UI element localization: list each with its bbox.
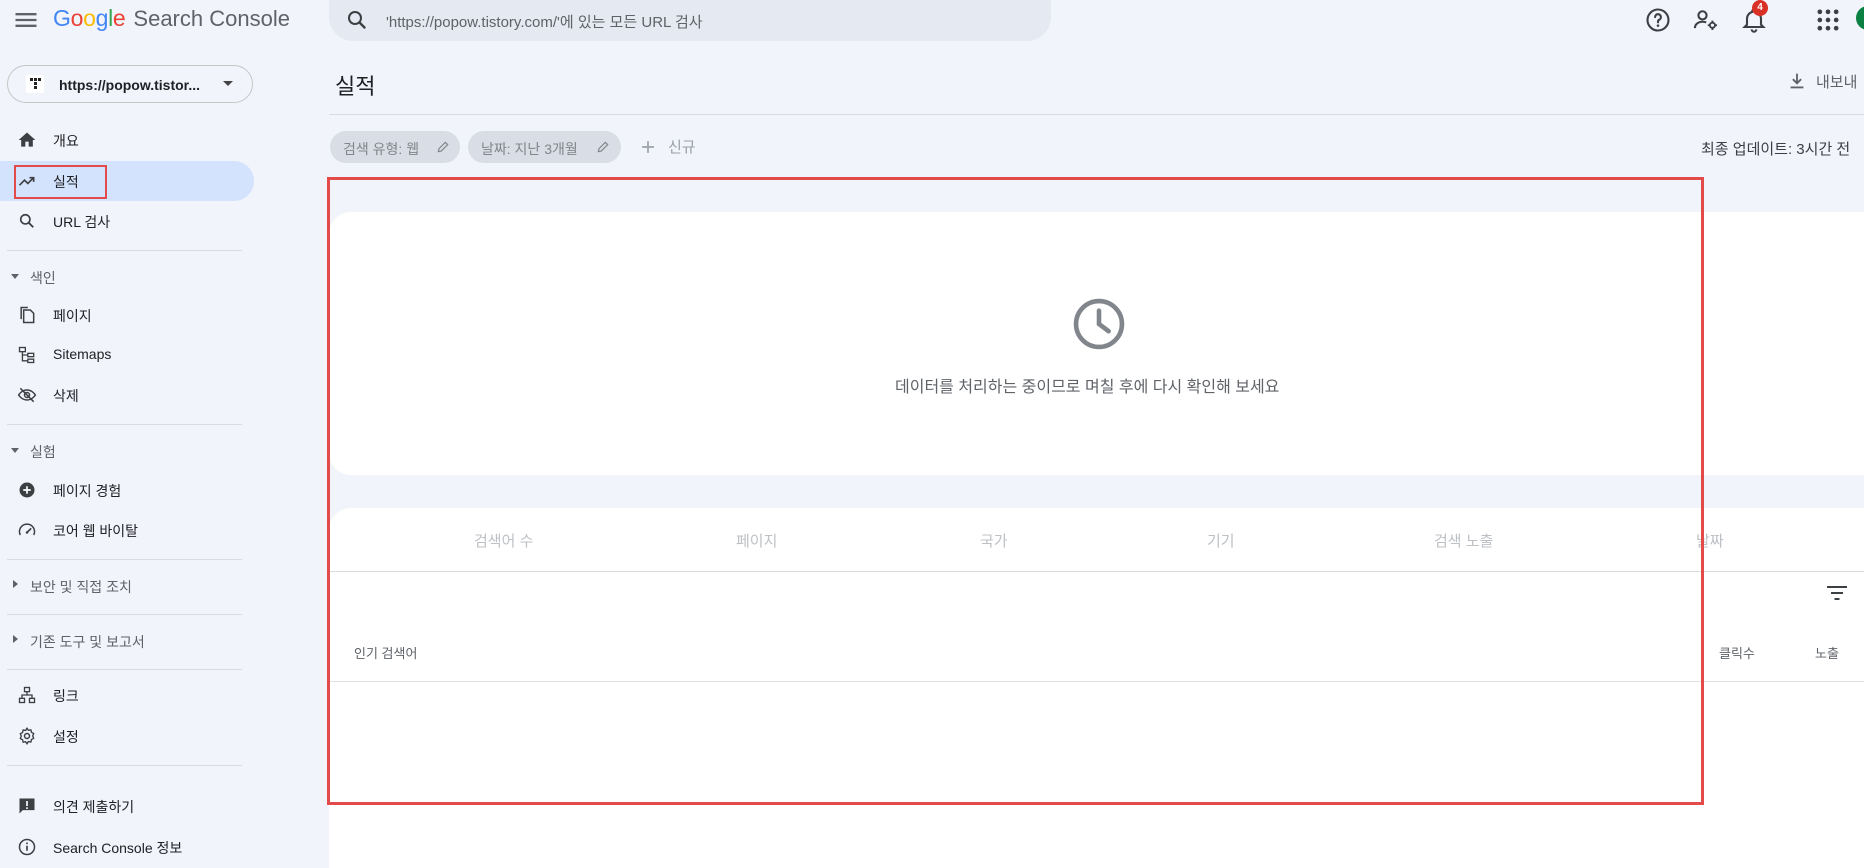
caret-right-icon	[13, 635, 18, 643]
download-icon	[1790, 73, 1804, 89]
property-selector[interactable]: https://popow.tistor...	[7, 65, 253, 103]
chip-label: 날짜: 지난 3개월	[481, 141, 578, 157]
edit-pencil-icon	[597, 141, 609, 153]
visibility-off-icon	[17, 387, 37, 403]
last-updated-text: 최종 업데이트: 3시간 전	[1701, 141, 1851, 158]
add-icon	[642, 140, 654, 153]
sidebar-section-label: 보안 및 직접 조치	[30, 579, 132, 595]
chip-label: 검색 유형: 웹	[343, 141, 420, 157]
highlight-box-performance	[14, 165, 107, 199]
caret-down-icon	[11, 448, 19, 453]
chevron-down-icon	[223, 81, 233, 86]
home-icon	[18, 132, 36, 147]
menu-icon	[15, 13, 37, 27]
column-header-clicks[interactable]: 클릭수	[1719, 643, 1755, 662]
add-filter-label: 신규	[668, 139, 696, 156]
pages-icon	[20, 306, 35, 324]
edit-pencil-icon	[437, 141, 449, 153]
sidebar-item-label: Sitemaps	[53, 346, 112, 362]
url-inspection-search[interactable]: 'https://popow.tistory.com/'에 있는 모든 URL …	[329, 0, 1051, 41]
header-divider	[329, 114, 1864, 115]
filter-chip-search-type[interactable]: 검색 유형: 웹	[330, 131, 460, 163]
google-logo: Google	[53, 5, 126, 31]
sidebar-section-security[interactable]: 보안 및 직접 조치	[0, 571, 254, 599]
app-name: Search Console	[133, 6, 290, 31]
filter-list-icon[interactable]	[1826, 585, 1848, 601]
sidebar-divider	[7, 669, 242, 670]
sitemap-icon	[18, 346, 35, 364]
sidebar-section-index[interactable]: 색인	[0, 262, 254, 290]
menu-button[interactable]	[12, 6, 40, 34]
info-icon	[18, 838, 36, 856]
sidebar-item-links[interactable]: 링크	[0, 675, 254, 715]
sidebar-item-about[interactable]: Search Console 정보	[0, 827, 254, 867]
search-icon	[348, 11, 366, 29]
sidebar-item-label: 설정	[53, 729, 79, 745]
sidebar-item-core-web-vitals[interactable]: 코어 웹 바이탈	[0, 510, 254, 550]
manage-users-button[interactable]	[1692, 6, 1720, 34]
column-header-impressions[interactable]: 노출	[1815, 643, 1839, 662]
page-title: 실적	[335, 74, 376, 99]
sidebar-divider	[7, 424, 242, 425]
site-favicon	[26, 75, 44, 93]
sidebar-item-page-experience[interactable]: 페이지 경험	[0, 470, 254, 510]
highlight-box-main	[327, 177, 1704, 805]
sidebar-section-label: 기존 도구 및 보고서	[30, 634, 145, 650]
search-console-logo[interactable]: Google Search Console	[53, 5, 290, 35]
sidebar-section-label: 실험	[30, 444, 56, 460]
sidebar-item-sitemaps[interactable]: Sitemaps	[0, 335, 254, 375]
sidebar-item-label: URL 검사	[53, 214, 111, 230]
caret-down-icon	[11, 274, 19, 279]
sidebar-item-label: 의견 제출하기	[53, 799, 135, 815]
caret-right-icon	[13, 580, 18, 588]
sidebar-item-overview[interactable]: 개요	[0, 120, 254, 160]
add-filter-button[interactable]: 신규	[638, 136, 696, 157]
feedback-icon	[19, 798, 35, 814]
sidebar-item-label: 페이지	[53, 308, 92, 324]
property-name: https://popow.tistor...	[59, 77, 201, 93]
sidebar-item-feedback[interactable]: 의견 제출하기	[0, 786, 254, 826]
add-circle-icon	[19, 482, 35, 498]
sidebar-divider	[7, 250, 242, 251]
apps-button[interactable]	[1814, 6, 1842, 34]
sidebar-item-removals[interactable]: 삭제	[0, 375, 254, 415]
help-button[interactable]	[1644, 6, 1672, 34]
sidebar-item-label: 링크	[53, 688, 79, 704]
avatar[interactable]	[1856, 6, 1864, 30]
sidebar-item-label: 삭제	[53, 388, 79, 404]
manage-users-icon	[1693, 10, 1718, 31]
sidebar-item-pages[interactable]: 페이지	[0, 295, 254, 335]
apps-grid-icon	[1817, 9, 1839, 31]
sidebar-item-label: 개요	[53, 133, 79, 149]
speed-gauge-icon	[18, 523, 36, 536]
sidebar-divider	[7, 614, 242, 615]
sidebar-divider	[7, 765, 242, 766]
sidebar-item-settings[interactable]: 설정	[0, 716, 254, 756]
export-label: 내보내	[1816, 73, 1858, 91]
sidebar-item-label: 페이지 경험	[53, 483, 122, 499]
help-icon	[1646, 8, 1670, 32]
search-input[interactable]: 'https://popow.tistory.com/'에 있는 모든 URL …	[386, 11, 703, 32]
search-icon	[19, 213, 34, 228]
sidebar-section-label: 색인	[30, 270, 56, 286]
sidebar-item-label: 코어 웹 바이탈	[53, 523, 139, 539]
sidebar-divider	[7, 559, 242, 560]
gear-icon	[19, 727, 35, 745]
filter-chip-date[interactable]: 날짜: 지난 3개월	[468, 131, 621, 163]
sidebar-section-legacy[interactable]: 기존 도구 및 보고서	[0, 626, 254, 654]
sidebar-item-label: Search Console 정보	[53, 840, 183, 856]
export-button[interactable]: 내보내	[1786, 70, 1857, 92]
sidebar-item-url-inspection[interactable]: URL 검사	[0, 201, 254, 241]
notification-count-badge: 4	[1752, 0, 1768, 16]
links-tree-icon	[18, 686, 36, 704]
sidebar-section-experience[interactable]: 실험	[0, 436, 254, 464]
